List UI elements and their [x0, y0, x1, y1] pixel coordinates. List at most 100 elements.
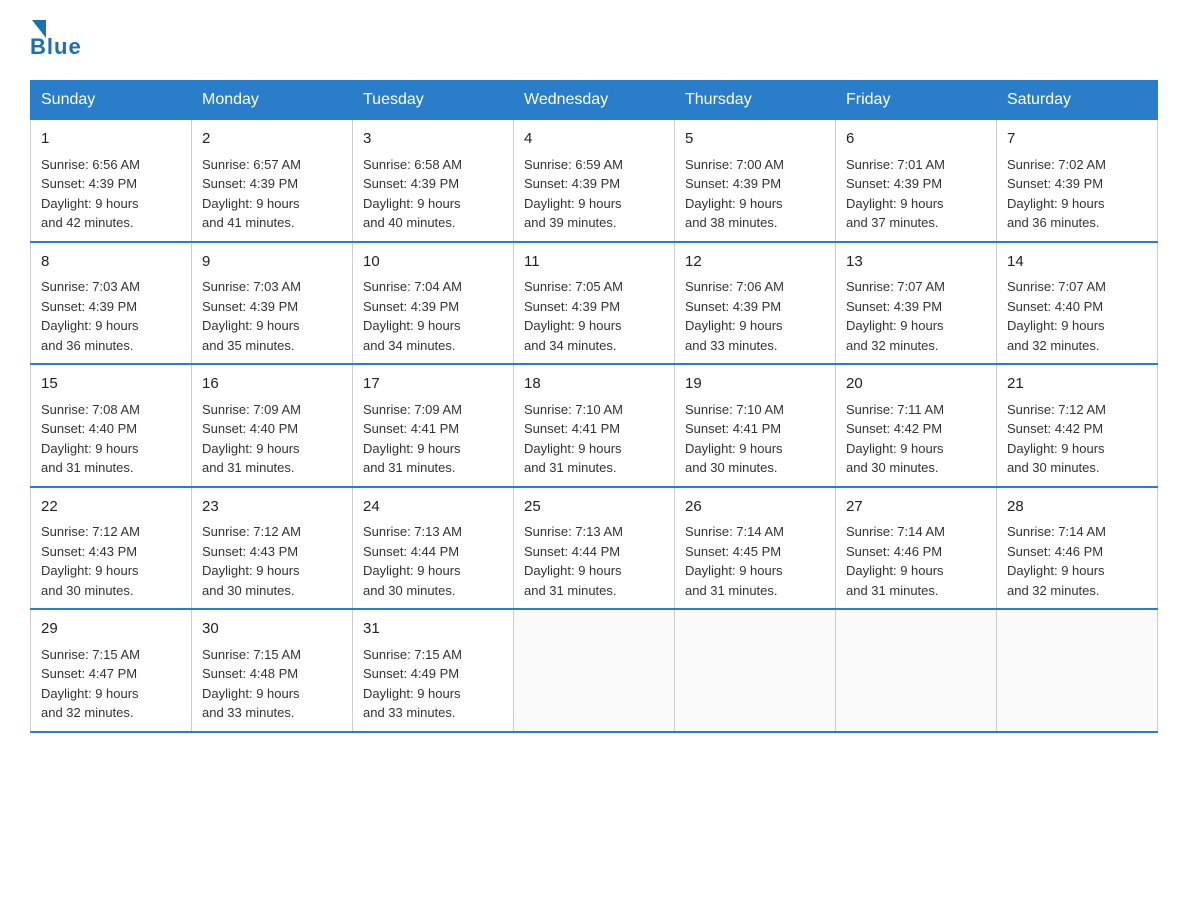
cell-info: Sunrise: 6:58 AM: [363, 157, 462, 172]
cell-info: Daylight: 9 hours: [363, 318, 461, 333]
cell-info: Daylight: 9 hours: [41, 196, 139, 211]
day-header-friday: Friday: [836, 81, 997, 120]
cell-info: and 42 minutes.: [41, 215, 134, 230]
cell-info: Daylight: 9 hours: [685, 196, 783, 211]
cell-info: Daylight: 9 hours: [524, 563, 622, 578]
cell-info: and 31 minutes.: [363, 460, 456, 475]
cell-info: Sunrise: 7:08 AM: [41, 402, 140, 417]
cell-info: Sunrise: 7:00 AM: [685, 157, 784, 172]
calendar-cell: 21Sunrise: 7:12 AMSunset: 4:42 PMDayligh…: [997, 364, 1158, 487]
cell-info: Sunset: 4:41 PM: [524, 421, 620, 436]
calendar-cell: 18Sunrise: 7:10 AMSunset: 4:41 PMDayligh…: [514, 364, 675, 487]
day-number: 28: [1007, 496, 1147, 519]
calendar-cell: 31Sunrise: 7:15 AMSunset: 4:49 PMDayligh…: [353, 609, 514, 732]
cell-info: Sunrise: 7:09 AM: [202, 402, 301, 417]
cell-info: Daylight: 9 hours: [1007, 441, 1105, 456]
day-number: 4: [524, 128, 664, 151]
day-number: 13: [846, 251, 986, 274]
cell-info: Daylight: 9 hours: [363, 441, 461, 456]
cell-info: and 30 minutes.: [41, 583, 134, 598]
cell-info: Sunrise: 7:13 AM: [524, 524, 623, 539]
day-number: 20: [846, 373, 986, 396]
cell-info: Sunset: 4:46 PM: [846, 544, 942, 559]
cell-info: Daylight: 9 hours: [524, 196, 622, 211]
day-header-tuesday: Tuesday: [353, 81, 514, 120]
calendar-cell: 6Sunrise: 7:01 AMSunset: 4:39 PMDaylight…: [836, 120, 997, 242]
day-header-wednesday: Wednesday: [514, 81, 675, 120]
cell-info: and 31 minutes.: [524, 460, 617, 475]
cell-info: Sunset: 4:44 PM: [363, 544, 459, 559]
day-number: 26: [685, 496, 825, 519]
calendar-cell: 11Sunrise: 7:05 AMSunset: 4:39 PMDayligh…: [514, 242, 675, 365]
cell-info: Sunset: 4:41 PM: [685, 421, 781, 436]
cell-info: Daylight: 9 hours: [524, 318, 622, 333]
cell-info: Sunset: 4:49 PM: [363, 666, 459, 681]
cell-info: Sunrise: 6:56 AM: [41, 157, 140, 172]
cell-info: Sunset: 4:42 PM: [1007, 421, 1103, 436]
day-number: 10: [363, 251, 503, 274]
day-number: 17: [363, 373, 503, 396]
cell-info: and 33 minutes.: [202, 705, 295, 720]
cell-info: Sunset: 4:41 PM: [363, 421, 459, 436]
day-number: 15: [41, 373, 181, 396]
logo: Blue: [30, 20, 82, 60]
cell-info: and 34 minutes.: [363, 338, 456, 353]
cell-info: Daylight: 9 hours: [202, 318, 300, 333]
calendar-cell: 5Sunrise: 7:00 AMSunset: 4:39 PMDaylight…: [675, 120, 836, 242]
day-number: 1: [41, 128, 181, 151]
cell-info: Sunrise: 7:15 AM: [202, 647, 301, 662]
cell-info: Daylight: 9 hours: [1007, 563, 1105, 578]
cell-info: and 31 minutes.: [685, 583, 778, 598]
cell-info: Sunset: 4:39 PM: [1007, 176, 1103, 191]
calendar-cell: 28Sunrise: 7:14 AMSunset: 4:46 PMDayligh…: [997, 487, 1158, 610]
cell-info: Sunrise: 7:10 AM: [685, 402, 784, 417]
cell-info: Sunset: 4:39 PM: [685, 176, 781, 191]
cell-info: Daylight: 9 hours: [685, 563, 783, 578]
cell-info: and 34 minutes.: [524, 338, 617, 353]
cell-info: Sunset: 4:45 PM: [685, 544, 781, 559]
calendar-cell: 12Sunrise: 7:06 AMSunset: 4:39 PMDayligh…: [675, 242, 836, 365]
cell-info: and 37 minutes.: [846, 215, 939, 230]
cell-info: and 35 minutes.: [202, 338, 295, 353]
cell-info: Sunset: 4:47 PM: [41, 666, 137, 681]
calendar-cell: [997, 609, 1158, 732]
cell-info: Daylight: 9 hours: [685, 318, 783, 333]
calendar-cell: 23Sunrise: 7:12 AMSunset: 4:43 PMDayligh…: [192, 487, 353, 610]
cell-info: and 30 minutes.: [363, 583, 456, 598]
calendar-cell: 10Sunrise: 7:04 AMSunset: 4:39 PMDayligh…: [353, 242, 514, 365]
cell-info: and 30 minutes.: [685, 460, 778, 475]
cell-info: Sunrise: 7:01 AM: [846, 157, 945, 172]
calendar-cell: [836, 609, 997, 732]
cell-info: Sunset: 4:39 PM: [685, 299, 781, 314]
cell-info: Daylight: 9 hours: [846, 196, 944, 211]
week-row-4: 22Sunrise: 7:12 AMSunset: 4:43 PMDayligh…: [31, 487, 1158, 610]
cell-info: Daylight: 9 hours: [41, 318, 139, 333]
cell-info: Sunrise: 7:02 AM: [1007, 157, 1106, 172]
cell-info: Sunrise: 7:11 AM: [846, 402, 944, 417]
calendar-cell: 29Sunrise: 7:15 AMSunset: 4:47 PMDayligh…: [31, 609, 192, 732]
cell-info: Daylight: 9 hours: [846, 318, 944, 333]
calendar-cell: 2Sunrise: 6:57 AMSunset: 4:39 PMDaylight…: [192, 120, 353, 242]
cell-info: Sunset: 4:40 PM: [202, 421, 298, 436]
cell-info: Daylight: 9 hours: [202, 441, 300, 456]
cell-info: Daylight: 9 hours: [1007, 196, 1105, 211]
cell-info: Daylight: 9 hours: [685, 441, 783, 456]
calendar-cell: 26Sunrise: 7:14 AMSunset: 4:45 PMDayligh…: [675, 487, 836, 610]
cell-info: and 33 minutes.: [363, 705, 456, 720]
day-number: 14: [1007, 251, 1147, 274]
cell-info: Sunset: 4:39 PM: [524, 176, 620, 191]
cell-info: and 31 minutes.: [846, 583, 939, 598]
cell-info: Sunset: 4:43 PM: [202, 544, 298, 559]
calendar-cell: 27Sunrise: 7:14 AMSunset: 4:46 PMDayligh…: [836, 487, 997, 610]
cell-info: Sunrise: 7:09 AM: [363, 402, 462, 417]
cell-info: Sunset: 4:42 PM: [846, 421, 942, 436]
calendar-cell: 16Sunrise: 7:09 AMSunset: 4:40 PMDayligh…: [192, 364, 353, 487]
cell-info: Sunrise: 7:03 AM: [202, 279, 301, 294]
calendar-cell: 14Sunrise: 7:07 AMSunset: 4:40 PMDayligh…: [997, 242, 1158, 365]
cell-info: and 31 minutes.: [202, 460, 295, 475]
cell-info: and 32 minutes.: [846, 338, 939, 353]
cell-info: and 40 minutes.: [363, 215, 456, 230]
cell-info: Sunrise: 7:12 AM: [41, 524, 140, 539]
cell-info: Sunset: 4:44 PM: [524, 544, 620, 559]
day-number: 8: [41, 251, 181, 274]
